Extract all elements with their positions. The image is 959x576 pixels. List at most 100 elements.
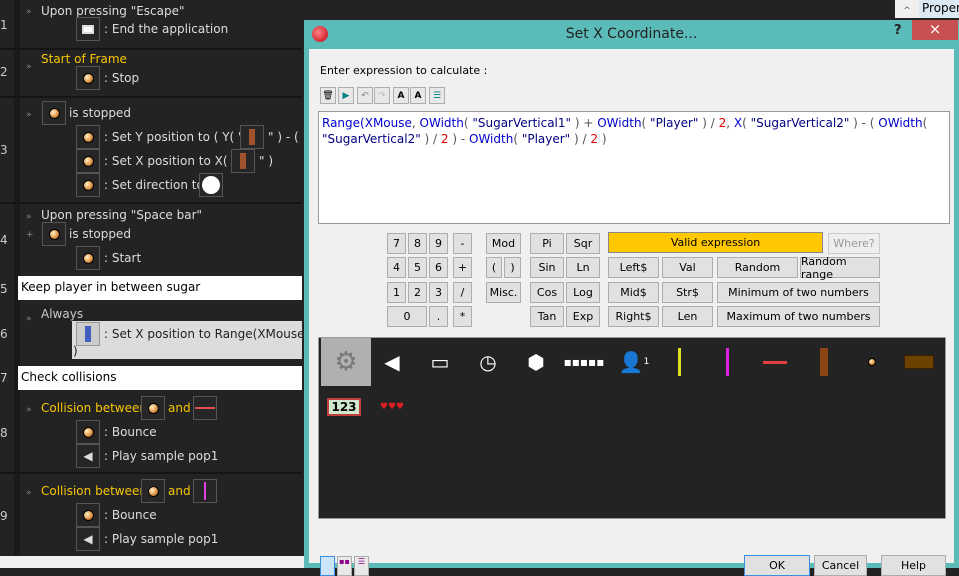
comment[interactable]: Keep player in between sugar — [18, 276, 302, 300]
horizontal-scrollbar[interactable] — [0, 556, 304, 568]
help-title-button[interactable]: ? — [894, 23, 902, 38]
action[interactable]: : Bounce — [104, 508, 157, 522]
key-button[interactable]: 8 — [408, 233, 427, 254]
string-button[interactable]: Str$ — [662, 282, 713, 303]
misc-button[interactable]: Misc. — [486, 282, 521, 303]
help-button[interactable]: Help — [881, 555, 946, 576]
action[interactable]: : End the application — [104, 22, 228, 36]
properties-tab[interactable]: Propert — [919, 0, 959, 18]
insert-icon[interactable]: ▶ — [338, 87, 354, 104]
string-button[interactable]: Len — [662, 306, 713, 327]
expand-icon[interactable]: » — [26, 488, 32, 498]
font-larger-icon[interactable]: A — [410, 87, 426, 104]
comment[interactable]: Check collisions — [18, 366, 302, 390]
brick-icon[interactable] — [894, 338, 944, 386]
key-button[interactable]: 6 — [429, 257, 448, 278]
key-button[interactable]: . — [429, 306, 448, 327]
condition[interactable]: Upon pressing "Escape" — [41, 4, 185, 18]
lives-icon[interactable]: ♥♥♥ — [367, 386, 417, 428]
condition[interactable]: Collision between — [41, 484, 147, 498]
key-button[interactable]: 3 — [429, 282, 448, 303]
math-button[interactable]: Cos — [530, 282, 564, 303]
max-button[interactable]: Maximum of two numbers — [717, 306, 880, 327]
math-button[interactable]: Pi — [530, 233, 564, 254]
key-button[interactable]: - — [453, 233, 472, 254]
action[interactable]: : Set Y position to ( Y( " — [104, 130, 244, 144]
special-gear-icon[interactable]: ⚙ — [321, 338, 371, 386]
condition[interactable]: is stopped — [69, 227, 131, 241]
create-cube-icon[interactable]: ⬢ — [511, 338, 561, 386]
expression-editor[interactable]: Range(XMouse, OWidth( "SugarVertical1" )… — [318, 111, 950, 224]
random-button[interactable]: Random — [717, 257, 798, 278]
expand-icon[interactable]: » — [26, 7, 32, 17]
font-smaller-icon[interactable]: A — [393, 87, 409, 104]
string-button[interactable]: Mid$ — [608, 282, 659, 303]
math-button[interactable]: Ln — [566, 257, 600, 278]
view-icons-large-button[interactable] — [320, 556, 335, 576]
rparen-button[interactable]: ) — [504, 257, 521, 278]
clear-icon[interactable]: 🗑 — [320, 87, 336, 104]
scroll-up-button[interactable]: ^ — [895, 0, 919, 18]
action[interactable]: : Play sample pop1 — [104, 449, 218, 463]
keyboard-mouse-icon[interactable]: ▪▪▪▪▪ — [559, 338, 609, 386]
random-range-button[interactable]: Random range — [800, 255, 880, 281]
action[interactable]: : Set direction to — [104, 178, 204, 192]
sugar-vertical-1-icon[interactable] — [654, 338, 704, 386]
key-button[interactable]: 5 — [408, 257, 427, 278]
key-button[interactable]: + — [453, 257, 472, 278]
condition[interactable]: Start of Frame — [41, 52, 127, 66]
expand-icon[interactable]: » — [26, 62, 32, 72]
key-button[interactable]: * — [453, 306, 472, 327]
math-button[interactable]: Sin — [530, 257, 564, 278]
application-monitor-icon[interactable]: ▭ — [415, 338, 465, 386]
undo-icon[interactable]: ↶ — [357, 87, 373, 104]
action[interactable]: : Play sample pop1 — [104, 532, 218, 546]
action[interactable]: : Start — [104, 251, 141, 265]
key-button[interactable]: 7 — [387, 233, 406, 254]
format-icon[interactable]: ☰ — [429, 87, 445, 104]
player-icon[interactable] — [799, 338, 849, 386]
math-button[interactable]: Log — [566, 282, 600, 303]
math-button[interactable]: Exp — [566, 306, 600, 327]
sugar-horizontal-icon[interactable] — [750, 338, 800, 386]
sound-icon[interactable]: ◀ — [367, 338, 417, 386]
expand-icon[interactable]: » — [26, 405, 32, 415]
where-button[interactable]: Where? — [828, 233, 880, 254]
view-list-button[interactable]: ☰ — [354, 556, 369, 576]
action[interactable]: : Set X position to Range(XMouse, O — [104, 327, 322, 341]
min-button[interactable]: Minimum of two numbers — [717, 282, 880, 303]
close-button[interactable]: × — [912, 20, 958, 40]
sugar-vertical-2-icon[interactable] — [702, 338, 752, 386]
action[interactable]: : Set X position to X( " — [104, 154, 237, 168]
key-button[interactable]: 9 — [429, 233, 448, 254]
key-button[interactable]: 2 — [408, 282, 427, 303]
key-button[interactable]: 0 — [387, 306, 427, 327]
expand-icon[interactable]: » — [26, 110, 32, 120]
string-button[interactable]: Val — [662, 257, 713, 278]
key-button[interactable]: 1 — [387, 282, 406, 303]
string-button[interactable]: Right$ — [608, 306, 659, 327]
condition[interactable]: Always — [41, 307, 83, 321]
math-button[interactable]: Tan — [530, 306, 564, 327]
condition[interactable]: Upon pressing "Space bar" — [41, 208, 202, 222]
key-button[interactable]: 4 — [387, 257, 406, 278]
action[interactable]: : Bounce — [104, 425, 157, 439]
key-button[interactable]: / — [453, 282, 472, 303]
string-button[interactable]: Left$ — [608, 257, 659, 278]
cancel-button[interactable]: Cancel — [814, 555, 867, 576]
math-button[interactable]: Sqr — [566, 233, 600, 254]
condition[interactable]: Collision between — [41, 401, 147, 415]
player-1-icon[interactable]: 👤 1 — [609, 338, 659, 386]
expand-icon[interactable]: » — [26, 212, 32, 222]
timer-clock-icon[interactable]: ◷ — [463, 338, 513, 386]
lparen-button[interactable]: ( — [486, 257, 502, 278]
condition[interactable]: is stopped — [69, 106, 131, 120]
expand-icon[interactable]: » — [26, 314, 32, 324]
mod-button[interactable]: Mod — [486, 233, 521, 254]
counter-icon[interactable]: 123 — [319, 386, 369, 428]
ok-button[interactable]: OK — [744, 555, 810, 576]
ball-icon[interactable] — [847, 338, 897, 386]
view-icons-small-button[interactable]: ▪▪ — [337, 556, 352, 576]
redo-icon[interactable]: ↷ — [374, 87, 390, 104]
action[interactable]: : Stop — [104, 71, 139, 85]
